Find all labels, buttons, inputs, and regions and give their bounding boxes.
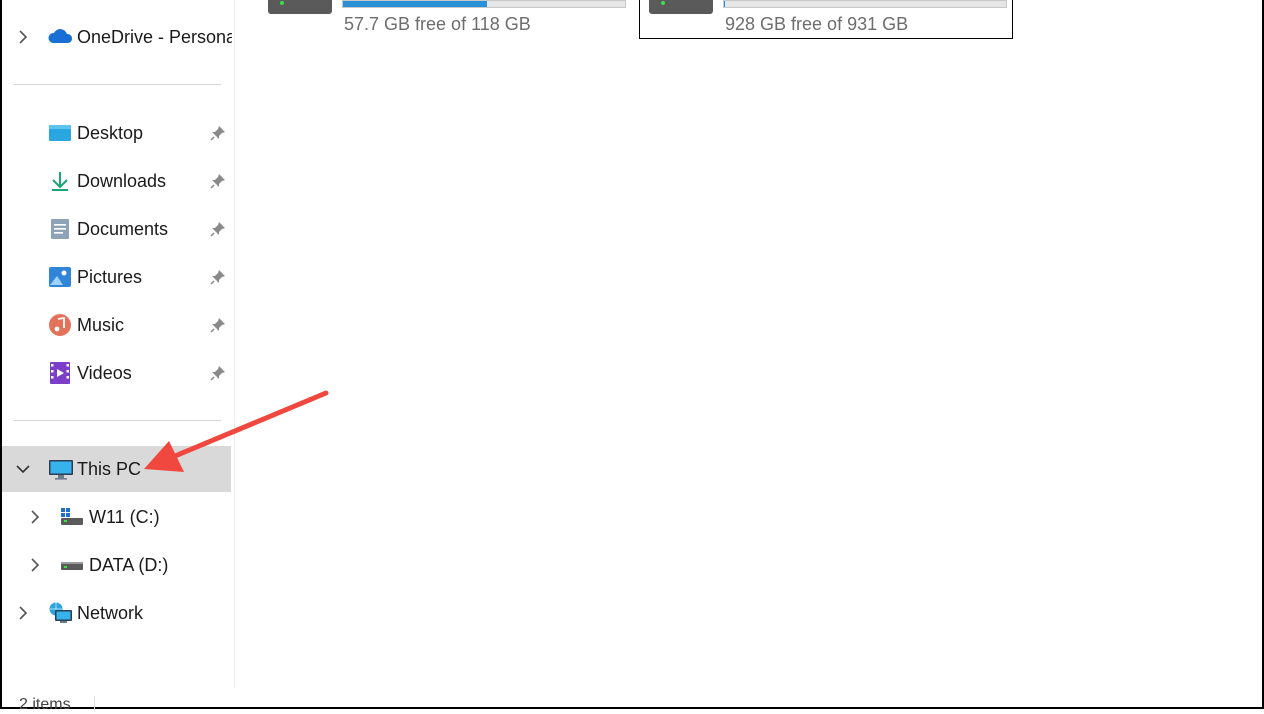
sidebar-item-label: W11 (C:) xyxy=(89,506,160,527)
chevron-right-icon[interactable] xyxy=(16,30,30,44)
downloads-icon xyxy=(48,169,72,193)
sidebar-item-label: Videos xyxy=(77,362,132,383)
drive-free-space: 57.7 GB free of 118 GB xyxy=(344,14,531,34)
pin-icon[interactable] xyxy=(209,172,227,190)
sidebar-item-label: Music xyxy=(77,314,125,335)
chevron-right-icon[interactable] xyxy=(28,510,42,524)
sidebar-item-label: OneDrive - Persona xyxy=(77,26,232,47)
hard-drive-icon xyxy=(60,553,84,577)
chevron-right-icon[interactable] xyxy=(28,558,42,572)
sidebar-item-label: DATA (D:) xyxy=(89,554,169,575)
chevron-down-icon[interactable] xyxy=(16,462,30,476)
chevron-right-icon[interactable] xyxy=(16,606,30,620)
documents-icon xyxy=(48,217,72,241)
sidebar-item-drive-d[interactable]: DATA (D:) xyxy=(2,542,231,588)
drive-usage-fill xyxy=(724,1,725,7)
network-icon xyxy=(48,601,72,625)
pin-icon[interactable] xyxy=(209,364,227,382)
divider xyxy=(13,420,221,421)
windows-drive-icon xyxy=(60,505,84,529)
sidebar-item-label: Network xyxy=(77,602,144,623)
pin-icon[interactable] xyxy=(209,268,227,286)
sidebar-item-label: Documents xyxy=(77,218,169,239)
sidebar-item-desktop[interactable]: Desktop xyxy=(2,110,231,156)
pin-icon[interactable] xyxy=(209,316,227,334)
sidebar-item-downloads[interactable]: Downloads xyxy=(2,158,231,204)
hard-drive-icon xyxy=(649,0,713,14)
sidebar-item-videos[interactable]: Videos xyxy=(2,350,231,396)
drive-usage-fill xyxy=(343,1,487,7)
sidebar-item-network[interactable]: Network xyxy=(2,590,231,636)
status-item-count: 2 items xyxy=(19,696,71,713)
drive-free-space: 928 GB free of 931 GB xyxy=(725,14,909,34)
sidebar-item-pictures[interactable]: Pictures xyxy=(2,254,231,300)
sidebar-item-label: Desktop xyxy=(77,122,144,143)
pin-icon[interactable] xyxy=(209,124,227,142)
drive-usage-bar xyxy=(723,0,1007,8)
sidebar-item-drive-c[interactable]: W11 (C:) xyxy=(2,494,231,540)
status-separator xyxy=(94,696,95,711)
sidebar-item-documents[interactable]: Documents xyxy=(2,206,231,252)
cloud-icon xyxy=(48,25,73,49)
desktop-folder-icon xyxy=(48,121,72,145)
videos-icon xyxy=(48,361,72,385)
sidebar-item-label: Pictures xyxy=(77,266,143,287)
sidebar-item-label: Downloads xyxy=(77,170,167,191)
hard-drive-icon xyxy=(268,0,332,14)
navigation-pane: OneDrive - Persona Desktop Downloads Doc… xyxy=(2,0,235,688)
music-icon xyxy=(48,313,72,337)
sidebar-item-label: This PC xyxy=(77,458,142,479)
sidebar-item-onedrive[interactable]: OneDrive - Persona xyxy=(2,14,232,60)
sidebar-item-music[interactable]: Music xyxy=(2,302,231,348)
divider xyxy=(13,84,221,85)
computer-monitor-icon xyxy=(48,457,73,481)
pin-icon[interactable] xyxy=(209,220,227,238)
drive-usage-bar xyxy=(342,0,626,8)
pictures-icon xyxy=(48,265,72,289)
sidebar-item-this-pc[interactable]: This PC xyxy=(2,446,231,492)
